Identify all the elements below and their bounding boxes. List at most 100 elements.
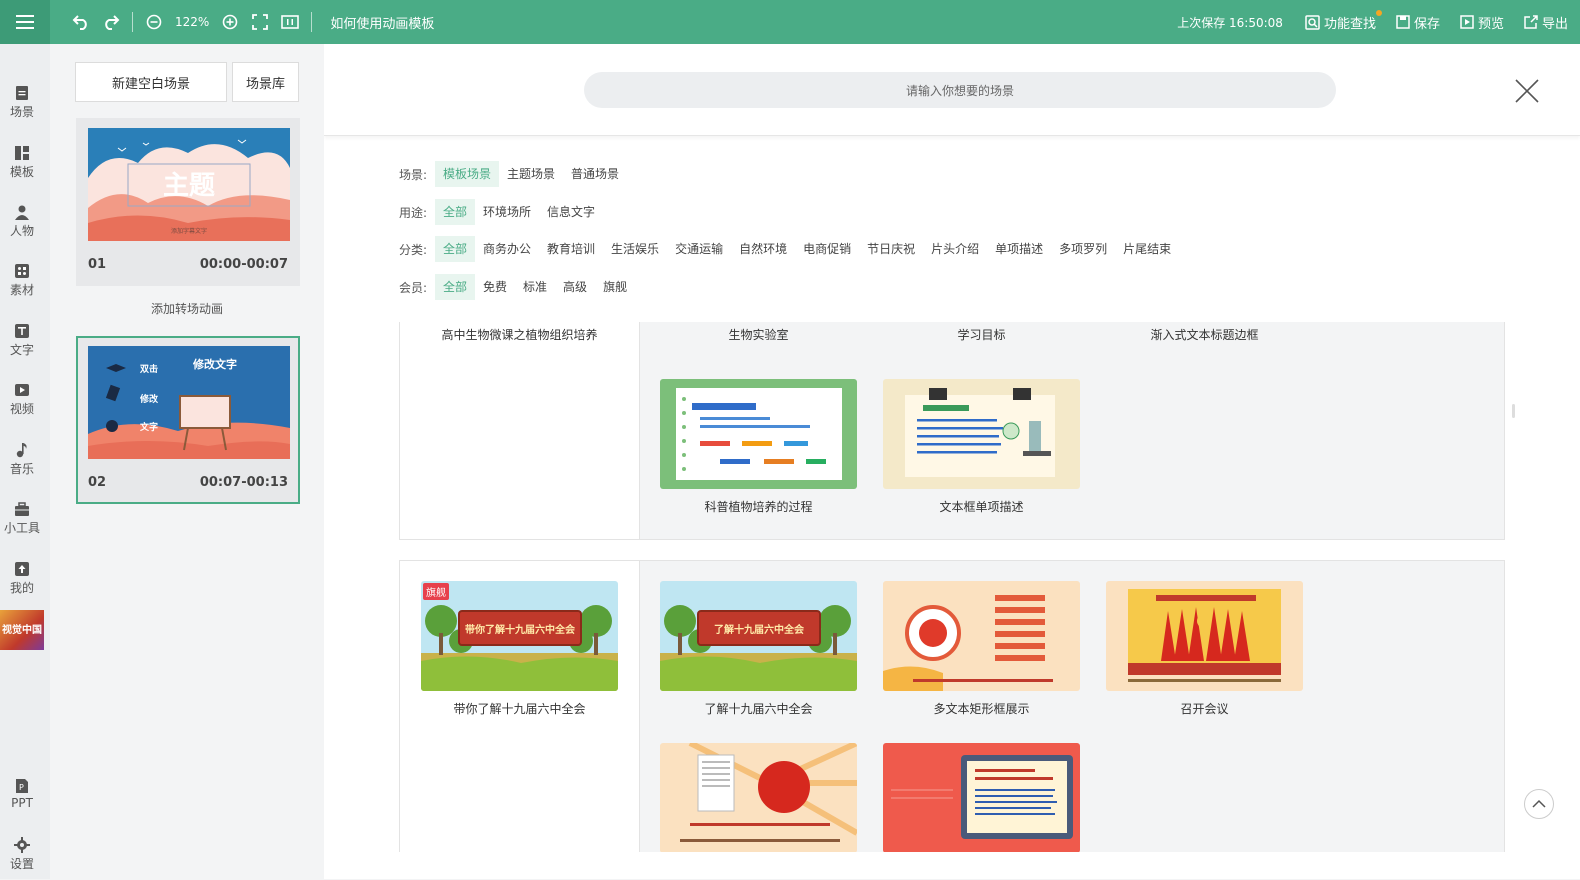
filter-option[interactable]: 高级 (555, 274, 595, 300)
nav-item-video[interactable]: 视频 (0, 373, 44, 425)
nav-label: 场景 (9, 104, 34, 119)
filter-option[interactable]: 片尾结束 (1115, 236, 1179, 262)
template-results: 高中生物微课之植物组织培养 生物实验室 学习目标 渐入式文本标题边框 科普植物培… (399, 322, 1505, 852)
template-thumbnail: 了解十九届六中全会 (660, 581, 857, 691)
scene-card-01[interactable]: 主题 添加字幕文字 01 00:00-00:07 (76, 118, 300, 286)
filter-option[interactable]: 多项罗列 (1051, 236, 1115, 262)
nav-label: 视频 (9, 401, 34, 416)
nav-item-music[interactable]: 音乐 (0, 433, 44, 485)
filter-option[interactable]: 信息文字 (539, 199, 603, 225)
filter-option[interactable]: 节日庆祝 (859, 236, 923, 262)
nav-label: 音乐 (9, 461, 34, 476)
scene-number: 02 (88, 475, 107, 490)
zoom-out-icon[interactable] (145, 13, 163, 31)
template-card[interactable]: 渐入式文本标题边框 (1106, 322, 1303, 343)
template-name: 渐入式文本标题边框 (1150, 328, 1259, 342)
template-name: 了解十九届六中全会 (704, 702, 813, 716)
filter-option[interactable]: 全部 (435, 199, 476, 225)
redo-icon[interactable] (102, 13, 120, 31)
filter-option[interactable]: 全部 (435, 236, 476, 262)
template-card[interactable] (883, 743, 1080, 852)
scene-library-button[interactable]: 场景库 (232, 62, 299, 102)
scene-icon (16, 85, 28, 100)
template-card[interactable]: 多文本矩形框展示 (883, 581, 1080, 717)
nav-item-tools[interactable]: 小工具 (0, 492, 44, 544)
filter-option[interactable]: 商务办公 (475, 236, 539, 262)
nav-item-ppt[interactable]: P PPT (0, 768, 44, 820)
filter-label: 用途: (399, 205, 428, 220)
nav-item-scene[interactable]: 场景 (0, 76, 44, 128)
fullscreen-icon[interactable] (251, 13, 269, 31)
menu-button[interactable] (0, 0, 50, 44)
template-thumbnail (883, 743, 1080, 852)
thumb-line: 双击 (140, 363, 158, 375)
export-button[interactable]: 导出 (1524, 13, 1568, 32)
template-card-main[interactable]: 带你了解十九届六中全会 旗舰 带你了解十九届六中全会 (421, 581, 618, 717)
template-card[interactable]: 科普植物培养的过程 (660, 379, 857, 515)
nav-item-template[interactable]: 模板 (0, 136, 44, 188)
template-thumbnail (883, 581, 1080, 691)
preview-button[interactable]: 预览 (1460, 13, 1504, 32)
template-card[interactable] (660, 743, 857, 852)
person-icon (15, 205, 29, 220)
zoom-in-icon[interactable] (221, 13, 239, 31)
hamburger-icon (16, 15, 34, 29)
divider (311, 12, 313, 32)
nav-item-material[interactable]: 素材 (0, 254, 44, 306)
template-card[interactable]: 生物实验室 (660, 322, 857, 343)
template-thumbnail (883, 379, 1080, 489)
filter-option[interactable]: 自然环境 (731, 236, 795, 262)
filter-option[interactable]: 教育培训 (539, 236, 603, 262)
scroll-to-top-button[interactable] (1524, 789, 1554, 819)
filter-option[interactable]: 环境场所 (475, 199, 539, 225)
nav-item-character[interactable]: 人物 (0, 195, 44, 247)
template-name: 召开会议 (1180, 702, 1229, 716)
text-icon (15, 323, 29, 338)
nav-item-mine[interactable]: 我的 (0, 552, 44, 604)
filter-option[interactable]: 模板场景 (435, 161, 500, 187)
thumb-line: 文字 (139, 421, 158, 433)
template-icon (15, 145, 29, 160)
filter-option[interactable]: 片头介绍 (923, 236, 987, 262)
template-thumbnail (660, 379, 857, 489)
new-blank-scene-button[interactable]: 新建空白场景 (75, 62, 227, 102)
preview-icon (1460, 15, 1474, 29)
template-name: 多文本矩形框展示 (933, 702, 1030, 716)
scene-thumbnail: 修改文字 双击 修改 文字 (88, 346, 290, 459)
template-card[interactable]: 了解十九届六中全会 了解十九届六中全会 (660, 581, 857, 717)
nav-label: 设置 (9, 856, 34, 871)
filter-option[interactable]: 电商促销 (795, 236, 859, 262)
template-name: 科普植物培养的过程 (704, 500, 813, 514)
search-placeholder: 请输入你想要的场景 (905, 83, 1014, 98)
document-title[interactable]: 如何使用动画模板 (330, 13, 434, 32)
filter-option[interactable]: 免费 (475, 274, 515, 300)
filter-option[interactable]: 标准 (515, 274, 555, 300)
template-card[interactable]: 学习目标 (883, 322, 1080, 343)
template-card[interactable]: 文本框单项描述 (883, 379, 1080, 515)
scene-card-02[interactable]: 修改文字 双击 修改 文字 02 00:07-00:13 (76, 336, 300, 504)
filter-label: 分类: (399, 242, 428, 257)
nav-item-settings[interactable]: 设置 (0, 828, 44, 880)
filter-usage: 用途: 全部 环境场所 信息文字 (399, 199, 603, 225)
close-icon[interactable] (1514, 78, 1540, 104)
filter-option[interactable]: 主题场景 (499, 161, 563, 187)
brand-banner[interactable]: 视觉中国 (0, 610, 44, 650)
template-card-main[interactable]: 高中生物微课之植物组织培养 (421, 322, 618, 343)
thumb-title-text: 主题 (163, 171, 215, 201)
filter-option[interactable]: 生活娱乐 (603, 236, 667, 262)
scrollbar-handle[interactable] (1512, 404, 1515, 418)
filter-option[interactable]: 普通场景 (563, 161, 627, 187)
save-button[interactable]: 保存 (1396, 13, 1440, 32)
add-transition-link[interactable]: 添加转场动画 (50, 300, 324, 317)
filter-option[interactable]: 单项描述 (987, 236, 1051, 262)
scene-search-input[interactable]: 请输入你想要的场景 (584, 72, 1336, 108)
filter-option[interactable]: 交通运输 (667, 236, 731, 262)
filter-option[interactable]: 旗舰 (595, 274, 635, 300)
undo-icon[interactable] (72, 13, 90, 31)
nav-item-text[interactable]: 文字 (0, 314, 44, 366)
filter-option[interactable]: 全部 (435, 274, 476, 300)
template-card[interactable]: 召开会议 (1106, 581, 1303, 717)
actual-size-icon[interactable] (281, 13, 300, 31)
template-browser: 请输入你想要的场景 场景: 模板场景 主题场景 普通场景 用途: 全部 环境场所… (324, 44, 1580, 879)
feature-search-button[interactable]: 功能查找 (1305, 9, 1382, 32)
